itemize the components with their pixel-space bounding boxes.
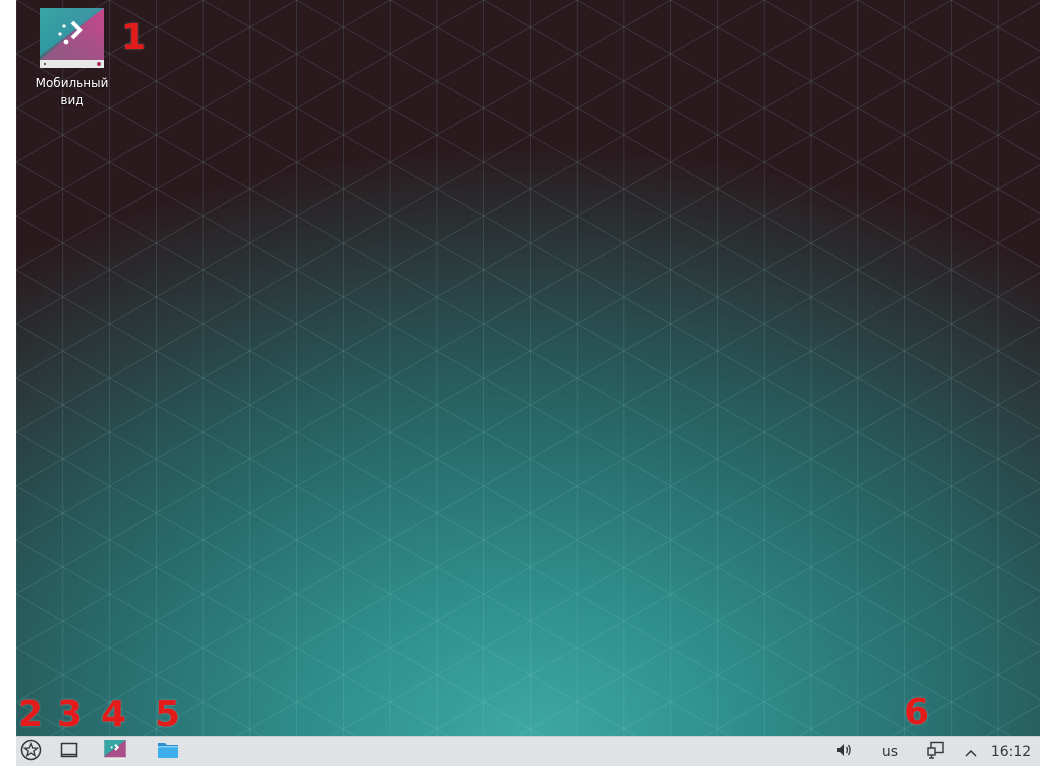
wallpaper-pattern bbox=[16, 0, 1040, 736]
application-launcher-button[interactable] bbox=[18, 739, 44, 765]
marker-5: 5 bbox=[155, 694, 181, 735]
marker-1: 1 bbox=[121, 17, 147, 58]
wallpaper-lines bbox=[16, 0, 1040, 736]
network-button[interactable] bbox=[924, 740, 948, 764]
keyboard-layout-indicator[interactable]: us bbox=[874, 740, 906, 764]
screen: Мобильный вид 1 2 3 4 5 6 us 16:12 bbox=[0, 0, 1041, 766]
task-mobile-view[interactable] bbox=[102, 740, 128, 764]
marker-2: 2 bbox=[18, 694, 44, 735]
marker-4: 4 bbox=[101, 694, 127, 735]
mobile-view-app-icon bbox=[104, 740, 126, 764]
clock[interactable]: 16:12 bbox=[986, 740, 1036, 764]
task-file-manager[interactable] bbox=[155, 740, 181, 764]
marker-3: 3 bbox=[57, 694, 83, 735]
taskbar: us 16:12 bbox=[16, 736, 1040, 766]
marker-6: 6 bbox=[904, 692, 930, 733]
application-launcher-icon bbox=[20, 739, 42, 765]
mobile-view-app-icon bbox=[40, 8, 104, 68]
chevron-up-icon bbox=[964, 743, 978, 762]
tray-expand-button[interactable] bbox=[962, 740, 980, 764]
volume-icon bbox=[835, 741, 853, 763]
show-desktop-icon bbox=[60, 741, 78, 763]
clock-time: 16:12 bbox=[990, 744, 1032, 760]
desktop-icon-mobile-view[interactable]: Мобильный вид bbox=[30, 8, 114, 109]
folder-icon bbox=[157, 741, 179, 763]
volume-button[interactable] bbox=[832, 740, 856, 764]
desktop-icon-label: Мобильный вид bbox=[35, 76, 109, 107]
keyboard-layout-label: us bbox=[881, 744, 899, 760]
desktop[interactable]: Мобильный вид bbox=[16, 0, 1040, 736]
network-icon bbox=[927, 741, 945, 763]
show-desktop-button[interactable] bbox=[56, 740, 82, 764]
